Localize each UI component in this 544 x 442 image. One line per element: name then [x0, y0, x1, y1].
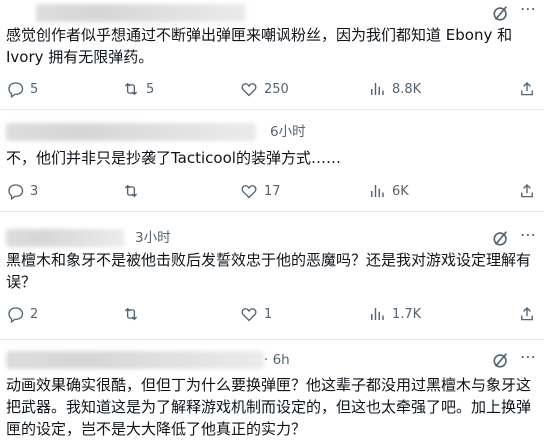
- views-button[interactable]: 6K: [368, 181, 409, 201]
- post-text: 感觉创作者似乎想通过不断弹出弹匣来嘲讽粉丝，因为我们都知道 Ebony 和 Iv…: [6, 26, 517, 66]
- like-count: 1: [264, 306, 273, 322]
- views-icon: [371, 185, 384, 197]
- grok-icon[interactable]: [492, 4, 510, 22]
- like-button[interactable]: 1: [240, 304, 272, 324]
- reply-button[interactable]: 2: [6, 304, 38, 324]
- share-button[interactable]: [518, 79, 536, 99]
- post-text: 不，他们并非只是抄袭了Tacticool的装弹方式……: [6, 149, 341, 167]
- post-4[interactable]: · 6h ⋯ 动画效果确实很酷，但但丁为什么要换弹匣？他这辈子都没用过黑檀木与象…: [0, 340, 544, 442]
- post-header: 3小时 ⋯: [0, 227, 544, 248]
- post-actions: 2 1 1.7K: [0, 304, 544, 324]
- views-count: 6K: [392, 183, 409, 199]
- repost-icon: [124, 184, 138, 198]
- grok-icon[interactable]: [492, 229, 510, 247]
- post-time[interactable]: 6小时: [270, 123, 306, 141]
- heart-icon: [241, 83, 257, 97]
- views-icon: [371, 83, 384, 95]
- blurred-author: [6, 351, 264, 369]
- post-actions: 3 17 6K: [0, 181, 544, 201]
- reply-icon: [8, 184, 24, 200]
- post-time[interactable]: · 6h: [264, 351, 290, 369]
- blurred-author: [36, 4, 246, 22]
- reply-icon: [8, 82, 24, 98]
- heart-icon: [241, 185, 257, 199]
- like-button[interactable]: 17: [240, 181, 281, 201]
- share-button[interactable]: [518, 181, 536, 201]
- share-button[interactable]: [518, 304, 536, 324]
- share-icon: [521, 307, 533, 321]
- share-icon: [521, 184, 533, 198]
- post-2[interactable]: 6小时 不，他们并非只是抄袭了Tacticool的装弹方式…… 3 17 6K: [0, 110, 544, 212]
- reply-count: 5: [30, 81, 39, 97]
- grok-icon[interactable]: [492, 351, 510, 369]
- post-header: ⋯: [0, 1, 544, 22]
- reply-button[interactable]: 5: [6, 79, 38, 99]
- views-button[interactable]: 1.7K: [368, 304, 421, 324]
- heart-icon: [241, 308, 257, 322]
- reply-icon: [8, 307, 24, 323]
- views-count: 1.7K: [392, 306, 422, 322]
- like-button[interactable]: 250: [240, 79, 289, 99]
- like-count: 17: [264, 183, 281, 199]
- blurred-author: [6, 123, 256, 141]
- views-button[interactable]: 8.8K: [368, 79, 421, 99]
- post-3[interactable]: 3小时 ⋯ 黑檀木和象牙不是被他击败后发誓效忠于他的恶魔吗？还是我对游戏设定理解…: [0, 212, 544, 340]
- more-icon[interactable]: ⋯: [520, 1, 538, 22]
- reply-count: 3: [30, 183, 39, 199]
- views-icon: [371, 308, 384, 320]
- post-time[interactable]: 3小时: [135, 229, 171, 247]
- repost-button[interactable]: [122, 181, 140, 201]
- reply-count: 2: [30, 306, 39, 322]
- post-1[interactable]: ⋯ 感觉创作者似乎想通过不断弹出弹匣来嘲讽粉丝，因为我们都知道 Ebony 和 …: [0, 0, 544, 110]
- repost-button[interactable]: 5: [122, 79, 154, 99]
- repost-button[interactable]: [122, 304, 140, 324]
- views-count: 8.8K: [392, 81, 422, 97]
- post-header: · 6h ⋯: [0, 349, 544, 370]
- post-header: 6小时: [0, 122, 544, 142]
- repost-count: 5: [146, 81, 155, 97]
- more-icon[interactable]: ⋯: [520, 227, 538, 248]
- post-actions: 5 5 250 8.8K: [0, 79, 544, 99]
- reply-button[interactable]: 3: [6, 181, 38, 201]
- post-text: 黑檀木和象牙不是被他击败后发誓效忠于他的恶魔吗？还是我对游戏设定理解有误？: [6, 251, 532, 291]
- post-text: 动画效果确实很酷，但但丁为什么要换弹匣？他这辈子都没用过黑檀木与象牙这把武器。我…: [6, 376, 532, 438]
- share-icon: [521, 82, 533, 96]
- repost-icon: [124, 82, 138, 96]
- like-count: 250: [264, 81, 289, 97]
- more-icon[interactable]: ⋯: [520, 349, 538, 370]
- blurred-author: [6, 229, 124, 247]
- repost-icon: [124, 307, 138, 321]
- feed: ⋯ 感觉创作者似乎想通过不断弹出弹匣来嘲讽粉丝，因为我们都知道 Ebony 和 …: [0, 0, 544, 442]
